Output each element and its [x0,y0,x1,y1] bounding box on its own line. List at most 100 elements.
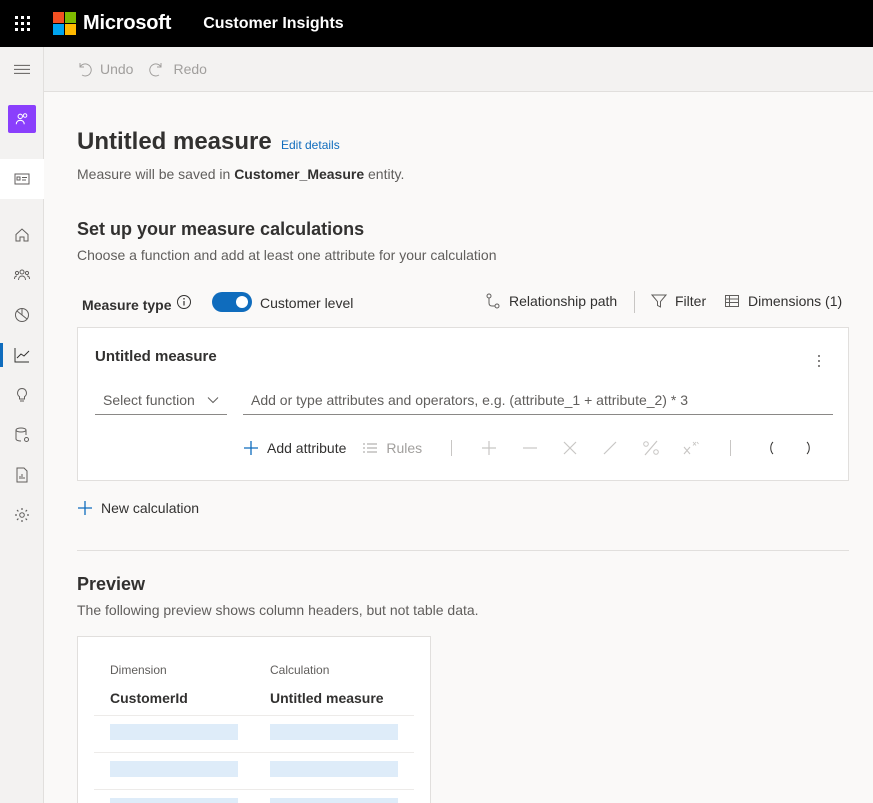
table-row-divider [94,752,414,753]
page-title: Untitled measure [77,128,272,155]
preview-heading: Preview [77,574,146,594]
multiply-operator-button[interactable] [560,436,580,460]
preview-table: Dimension Calculation CustomerId Untitle… [77,636,431,803]
hamburger-icon [14,64,30,74]
nav-item-measures[interactable] [0,335,44,375]
setup-heading: Set up your measure calculations [77,219,365,239]
preview-subheading: The following preview shows column heade… [77,602,479,618]
expression-input[interactable] [243,385,833,415]
relationship-path-button[interactable]: Relationship path [485,293,617,309]
dimensions-button[interactable]: Dimensions (1) [724,293,842,309]
plus-icon [244,441,258,455]
app-name[interactable]: Customer Insights [203,15,343,33]
database-settings-icon [15,427,29,442]
divide-operator-button[interactable] [600,436,620,460]
subtract-operator-button[interactable] [520,436,540,460]
pie-chart-icon [15,308,29,322]
nav-item-customers[interactable] [0,255,44,295]
add-operator-button[interactable] [479,436,499,460]
nav-item-contacts[interactable] [0,159,44,199]
percent-operator-icon [643,440,659,456]
table-row-divider [94,789,414,790]
nav-item-settings[interactable] [0,495,44,535]
save-note-prefix: Measure will be saved in [77,166,235,182]
toggle-label: Customer level [260,295,354,311]
customer-level-toggle[interactable] [212,292,252,312]
command-bar: Undo Redo [44,47,873,92]
column-header-calculation: Calculation [270,663,330,677]
operator-divider [451,440,452,456]
calculation-title[interactable]: Untitled measure [95,348,217,365]
operator-toolbar: Add attribute Rules [243,436,843,460]
paren-divider [730,440,731,456]
redo-button[interactable]: Redo [149,61,207,77]
settings-icon [15,508,29,522]
nav-item-audience[interactable] [0,99,44,139]
placeholder-cell [110,761,238,777]
add-attribute-label: Add attribute [267,440,347,456]
section-divider [77,550,849,551]
info-icon[interactable] [176,294,192,310]
main-content: Untitled measure Edit details Measure wi… [44,92,873,803]
waffle-icon [14,16,30,31]
power-operator-icon [683,441,699,455]
nav-item-data[interactable] [0,415,44,455]
close-paren-icon [806,441,810,455]
dimension-field: CustomerId [110,690,188,706]
percent-operator-button[interactable] [640,436,662,460]
line-chart-icon [14,348,30,363]
calculation-field: Untitled measure [270,690,384,706]
save-note-suffix: entity. [364,166,405,182]
rules-label: Rules [386,440,423,456]
microsoft-logo-icon [53,12,76,35]
column-header-dimension: Dimension [110,663,167,677]
placeholder-cell [270,761,398,777]
redo-icon [149,63,162,77]
brand-name[interactable]: Microsoft [83,12,171,35]
nav-item-reports[interactable] [0,455,44,495]
nav-item-home[interactable] [0,215,44,255]
lightbulb-icon [17,387,27,402]
app-launcher-button[interactable] [0,0,44,47]
open-paren-button[interactable] [764,436,778,460]
more-options-icon[interactable] [816,354,822,368]
edit-details-link[interactable]: Edit details [281,138,340,152]
placeholder-cell [270,724,398,740]
save-note: Measure will be saved in Customer_Measur… [77,166,404,182]
save-note-entity: Customer_Measure [234,166,365,182]
nav-item-segments[interactable] [0,295,44,335]
chevron-down-icon [207,396,219,403]
toolbar-divider [634,291,635,313]
relationship-path-icon [486,293,500,309]
new-calculation-button[interactable]: New calculation [77,500,199,516]
redo-label: Redo [173,61,207,77]
undo-button[interactable]: Undo [76,61,133,77]
power-operator-button[interactable] [681,436,703,460]
measure-type-label: Measure type [82,297,172,313]
plus-icon [78,501,92,515]
setup-subheading: Choose a function and add at least one a… [77,247,497,263]
nav-collapse-button[interactable] [0,51,44,91]
placeholder-cell [110,798,238,803]
table-row-divider [94,715,414,716]
rules-button[interactable]: Rules [362,440,422,456]
list-icon [363,443,378,453]
calculation-card: Untitled measure Select function Add att… [77,327,849,481]
filter-button[interactable]: Filter [651,293,706,309]
people-icon [8,105,36,133]
divide-operator-icon [603,441,617,455]
undo-icon [79,63,92,77]
plus-operator-icon [482,441,496,455]
placeholder-cell [270,798,398,803]
add-attribute-button[interactable]: Add attribute [243,440,346,456]
function-dropdown-value: Select function [103,391,195,408]
nav-item-intelligence[interactable] [0,375,44,415]
report-icon [16,467,28,483]
undo-label: Undo [100,61,134,77]
home-icon [15,228,29,242]
open-paren-icon [770,441,774,455]
close-paren-button[interactable] [802,436,816,460]
function-dropdown[interactable]: Select function [95,385,227,415]
active-indicator [0,343,3,367]
new-calculation-label: New calculation [101,500,200,516]
